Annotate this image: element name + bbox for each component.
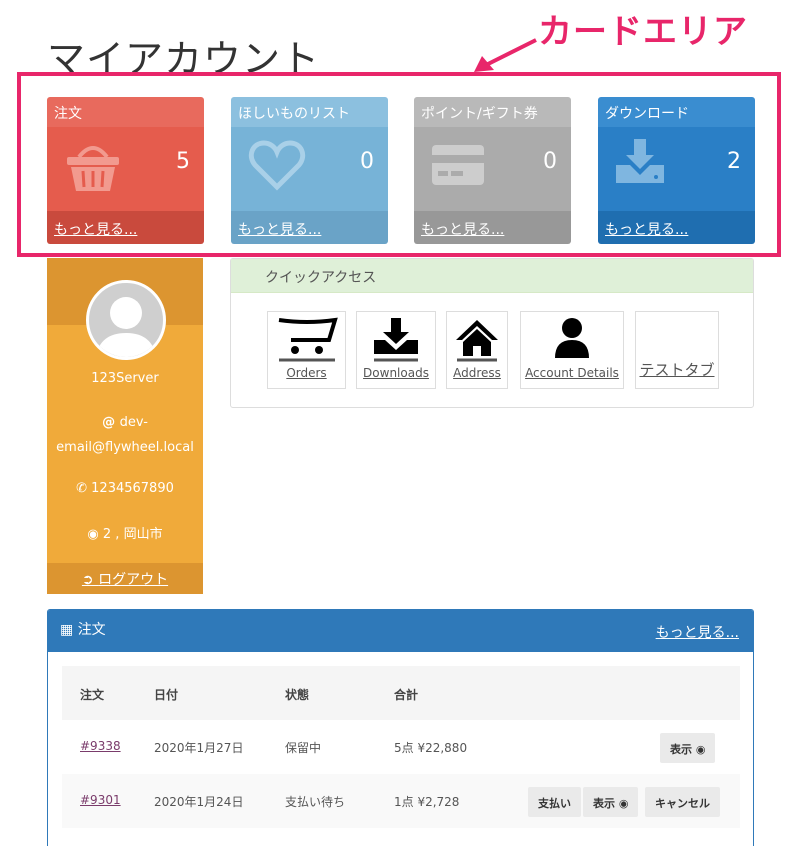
basket-icon (67, 146, 119, 191)
card-orders-more-link[interactable]: もっと見る... (47, 211, 204, 244)
quick-address-button[interactable]: Address (446, 311, 508, 389)
heart-icon (248, 140, 306, 191)
quick-access-title: クイックアクセス (231, 259, 753, 293)
map-marker-icon: ◉ (87, 527, 103, 542)
card-downloads[interactable]: ダウンロード 2 もっと見る... (598, 97, 755, 244)
profile-panel: 123Server @ dev- email@flywheel.local ✆ … (47, 258, 203, 594)
orders-more-link[interactable]: もっと見る... (656, 622, 739, 642)
eye-icon: ◉ (695, 743, 706, 756)
col-header-status: 状態 (285, 688, 310, 702)
order-status: 保留中 (285, 741, 322, 755)
orders-panel-title: 注文 (77, 622, 106, 638)
user-silhouette-icon (95, 297, 157, 357)
profile-name: 123Server (91, 371, 159, 386)
card-orders-label: 注文 (47, 97, 204, 127)
orders-panel-header: ▦ 注文 もっと見る... (48, 610, 753, 652)
card-orders-count: 5 (176, 149, 190, 174)
cart-icon (278, 317, 338, 362)
eye-icon: ◉ (618, 797, 629, 810)
pay-button[interactable]: 支払い (528, 787, 581, 817)
quick-access-panel: クイックアクセス Orders Downloads Address Accoun… (230, 258, 754, 408)
card-points-more-link[interactable]: もっと見る... (414, 211, 571, 244)
card-downloads-more-link[interactable]: もっと見る... (598, 211, 755, 244)
quick-test-tab-label: テストタブ (639, 361, 715, 379)
quick-orders-button[interactable]: Orders (267, 311, 346, 389)
cancel-button[interactable]: キャンセル (645, 787, 720, 817)
orders-panel: ▦ 注文 もっと見る... 注文 日付 状態 合計 #9338 2020年1月2… (47, 609, 754, 846)
table-row: #9338 2020年1月27日 保留中 5点 ¥22,880 表示 ◉ (62, 720, 740, 774)
quick-orders-label: Orders (286, 366, 327, 380)
credit-card-icon (432, 145, 484, 185)
quick-downloads-label: Downloads (363, 366, 429, 380)
sign-out-icon: ➲ (81, 572, 99, 588)
user-icon (555, 318, 589, 358)
download-icon (374, 318, 418, 362)
col-header-order: 注文 (80, 688, 105, 702)
orders-table: 注文 日付 状態 合計 #9338 2020年1月27日 保留中 5点 ¥22,… (62, 666, 740, 828)
order-date: 2020年1月24日 (154, 795, 244, 809)
quick-account-details-button[interactable]: Account Details (520, 311, 624, 389)
annotation-label: カードエリア (538, 12, 748, 52)
profile-email: @ dev- email@flywheel.local (56, 415, 194, 455)
view-button[interactable]: 表示 ◉ (583, 787, 639, 817)
card-downloads-label: ダウンロード (598, 97, 755, 127)
col-header-date: 日付 (154, 688, 179, 702)
view-button[interactable]: 表示 ◉ (660, 733, 716, 763)
card-orders[interactable]: 注文 5 もっと見る... (47, 97, 204, 244)
avatar (86, 280, 166, 360)
order-total: 5点 ¥22,880 (394, 741, 468, 755)
basket-icon: ▦ (60, 622, 78, 638)
logout-link[interactable]: ➲ ログアウト (47, 563, 203, 594)
card-wishlist-label: ほしいものリスト (231, 97, 388, 127)
order-total: 1点 ¥2,728 (394, 795, 460, 809)
card-wishlist-more-link[interactable]: もっと見る... (231, 211, 388, 244)
table-header-row: 注文 日付 状態 合計 (62, 666, 740, 720)
card-downloads-count: 2 (727, 149, 741, 174)
order-number-link[interactable]: #9338 (80, 739, 121, 753)
card-points-count: 0 (543, 149, 557, 174)
card-points-label: ポイント/ギフト券 (414, 97, 571, 127)
quick-address-label: Address (453, 366, 501, 380)
order-number-link[interactable]: #9301 (80, 793, 121, 807)
order-status: 支払い待ち (285, 795, 346, 809)
phone-icon: ✆ (76, 481, 92, 496)
table-row: #9301 2020年1月24日 支払い待ち 1点 ¥2,728 支払い 表示 … (62, 774, 740, 828)
profile-phone: ✆ 1234567890 (76, 481, 174, 496)
card-wishlist-count: 0 (360, 149, 374, 174)
annotation-arrow-icon (474, 38, 537, 72)
quick-account-details-label: Account Details (525, 366, 619, 380)
order-date: 2020年1月27日 (154, 741, 244, 755)
card-wishlist[interactable]: ほしいものリスト 0 もっと見る... (231, 97, 388, 244)
home-icon (456, 320, 498, 362)
at-icon: @ (102, 415, 120, 430)
quick-downloads-button[interactable]: Downloads (356, 311, 436, 389)
card-points[interactable]: ポイント/ギフト券 0 もっと見る... (414, 97, 571, 244)
profile-location: ◉ 2 , 岡山市 (87, 527, 163, 542)
download-icon (616, 139, 664, 183)
col-header-total: 合計 (394, 688, 419, 702)
quick-test-tab-button[interactable]: テストタブ (635, 311, 719, 389)
